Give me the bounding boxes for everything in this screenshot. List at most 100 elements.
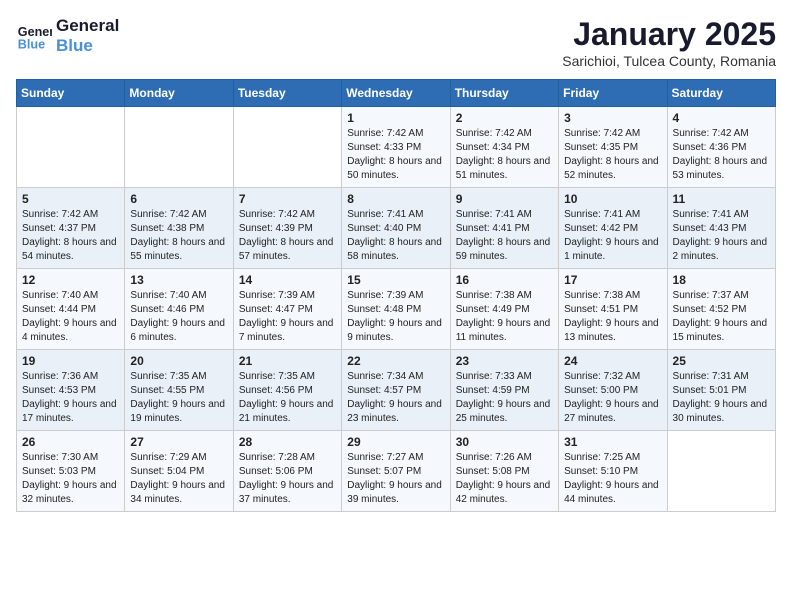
day-info: Sunrise: 7:41 AM Sunset: 4:43 PM Dayligh…	[673, 208, 770, 264]
day-info: Sunrise: 7:42 AM Sunset: 4:38 PM Dayligh…	[130, 208, 227, 264]
day-number: 5	[22, 192, 119, 206]
day-info: Sunrise: 7:28 AM Sunset: 5:06 PM Dayligh…	[239, 451, 336, 507]
calendar-cell: 12Sunrise: 7:40 AM Sunset: 4:44 PM Dayli…	[17, 269, 125, 350]
day-info: Sunrise: 7:39 AM Sunset: 4:48 PM Dayligh…	[347, 289, 444, 345]
day-info: Sunrise: 7:42 AM Sunset: 4:34 PM Dayligh…	[456, 127, 553, 183]
calendar-cell: 31 Sunrise: 7:25 AM Sunset: 5:10 PM Dayli…	[559, 431, 667, 512]
calendar-cell: 16 Sunrise: 7:38 AM Sunset: 4:49 PM Dayli…	[450, 269, 558, 350]
weekday-header-thursday: Thursday	[450, 80, 558, 107]
page-header: General Blue General Blue January 2025 S…	[16, 16, 776, 69]
calendar-cell: 28Sunrise: 7:28 AM Sunset: 5:06 PM Dayli…	[233, 431, 341, 512]
day-info: Sunrise: 7:29 AM Sunset: 5:04 PM Dayligh…	[130, 451, 227, 507]
calendar-cell: 8Sunrise: 7:41 AM Sunset: 4:40 PM Daylig…	[342, 188, 450, 269]
day-info: Sunrise: 7:27 AM Sunset: 5:07 PM Dayligh…	[347, 451, 444, 507]
day-info: Sunrise: 7:30 AM Sunset: 5:03 PM Dayligh…	[22, 451, 119, 507]
day-info: Sunrise: 7:35 AM Sunset: 4:55 PM Dayligh…	[130, 370, 227, 426]
weekday-header-monday: Monday	[125, 80, 233, 107]
calendar-cell: 19Sunrise: 7:36 AM Sunset: 4:53 PM Dayli…	[17, 350, 125, 431]
day-number: 20	[130, 354, 227, 368]
svg-text:Blue: Blue	[18, 38, 45, 52]
day-number: 4	[673, 111, 770, 125]
day-info: Sunrise: 7:26 AM Sunset: 5:08 PM Dayligh…	[456, 451, 553, 507]
logo-icon: General Blue	[16, 18, 52, 54]
day-number: 30	[456, 435, 553, 449]
day-info: Sunrise: 7:32 AM Sunset: 5:00 PM Dayligh…	[564, 370, 661, 426]
calendar-cell: 10 Sunrise: 7:41 AM Sunset: 4:42 PM Dayli…	[559, 188, 667, 269]
calendar-week-row: 1Sunrise: 7:42 AM Sunset: 4:33 PM Daylig…	[17, 107, 776, 188]
day-number: 8	[347, 192, 444, 206]
logo-blue: Blue	[56, 36, 119, 56]
day-info: Sunrise: 7:33 AM Sunset: 4:59 PM Dayligh…	[456, 370, 553, 426]
day-number: 13	[130, 273, 227, 287]
day-info: Sunrise: 7:38 AM Sunset: 4:51 PM Dayligh…	[564, 289, 661, 345]
calendar-cell: 20 Sunrise: 7:35 AM Sunset: 4:55 PM Dayli…	[125, 350, 233, 431]
calendar-cell: 22Sunrise: 7:34 AM Sunset: 4:57 PM Dayli…	[342, 350, 450, 431]
weekday-header-tuesday: Tuesday	[233, 80, 341, 107]
weekday-header-saturday: Saturday	[667, 80, 775, 107]
calendar-cell: 1Sunrise: 7:42 AM Sunset: 4:33 PM Daylig…	[342, 107, 450, 188]
calendar-cell: 26 Sunrise: 7:30 AM Sunset: 5:03 PM Dayli…	[17, 431, 125, 512]
calendar-cell: 21Sunrise: 7:35 AM Sunset: 4:56 PM Dayli…	[233, 350, 341, 431]
day-info: Sunrise: 7:40 AM Sunset: 4:46 PM Dayligh…	[130, 289, 227, 345]
calendar-cell: 3 Sunrise: 7:42 AM Sunset: 4:35 PM Daylig…	[559, 107, 667, 188]
calendar-cell: 18 Sunrise: 7:37 AM Sunset: 4:52 PM Dayli…	[667, 269, 775, 350]
calendar-cell: 14Sunrise: 7:39 AM Sunset: 4:47 PM Dayli…	[233, 269, 341, 350]
day-info: Sunrise: 7:40 AM Sunset: 4:44 PM Dayligh…	[22, 289, 119, 345]
weekday-header-row: SundayMondayTuesdayWednesdayThursdayFrid…	[17, 80, 776, 107]
calendar-table: SundayMondayTuesdayWednesdayThursdayFrid…	[16, 79, 776, 512]
day-number: 24	[564, 354, 661, 368]
day-number: 7	[239, 192, 336, 206]
calendar-cell: 27 Sunrise: 7:29 AM Sunset: 5:04 PM Dayli…	[125, 431, 233, 512]
calendar-cell	[667, 431, 775, 512]
weekday-header-friday: Friday	[559, 80, 667, 107]
calendar-cell: 13 Sunrise: 7:40 AM Sunset: 4:46 PM Dayli…	[125, 269, 233, 350]
day-info: Sunrise: 7:39 AM Sunset: 4:47 PM Dayligh…	[239, 289, 336, 345]
day-number: 16	[456, 273, 553, 287]
day-info: Sunrise: 7:42 AM Sunset: 4:39 PM Dayligh…	[239, 208, 336, 264]
day-info: Sunrise: 7:42 AM Sunset: 4:37 PM Dayligh…	[22, 208, 119, 264]
weekday-header-wednesday: Wednesday	[342, 80, 450, 107]
day-number: 27	[130, 435, 227, 449]
day-number: 2	[456, 111, 553, 125]
day-number: 18	[673, 273, 770, 287]
day-number: 3	[564, 111, 661, 125]
location-title: Sarichioi, Tulcea County, Romania	[562, 53, 776, 69]
day-number: 15	[347, 273, 444, 287]
calendar-cell: 2 Sunrise: 7:42 AM Sunset: 4:34 PM Daylig…	[450, 107, 558, 188]
day-number: 22	[347, 354, 444, 368]
day-number: 26	[22, 435, 119, 449]
logo: General Blue General Blue	[16, 16, 119, 57]
day-number: 11	[673, 192, 770, 206]
calendar-cell: 17 Sunrise: 7:38 AM Sunset: 4:51 PM Dayli…	[559, 269, 667, 350]
day-number: 29	[347, 435, 444, 449]
day-info: Sunrise: 7:42 AM Sunset: 4:35 PM Dayligh…	[564, 127, 661, 183]
day-info: Sunrise: 7:38 AM Sunset: 4:49 PM Dayligh…	[456, 289, 553, 345]
day-info: Sunrise: 7:25 AM Sunset: 5:10 PM Dayligh…	[564, 451, 661, 507]
day-number: 19	[22, 354, 119, 368]
calendar-cell: 5 Sunrise: 7:42 AM Sunset: 4:37 PM Daylig…	[17, 188, 125, 269]
calendar-cell	[17, 107, 125, 188]
day-info: Sunrise: 7:41 AM Sunset: 4:42 PM Dayligh…	[564, 208, 661, 264]
calendar-cell: 9Sunrise: 7:41 AM Sunset: 4:41 PM Daylig…	[450, 188, 558, 269]
calendar-week-row: 26 Sunrise: 7:30 AM Sunset: 5:03 PM Dayli…	[17, 431, 776, 512]
day-number: 31	[564, 435, 661, 449]
title-block: January 2025 Sarichioi, Tulcea County, R…	[562, 16, 776, 69]
calendar-cell: 11 Sunrise: 7:41 AM Sunset: 4:43 PM Dayli…	[667, 188, 775, 269]
calendar-cell: 29 Sunrise: 7:27 AM Sunset: 5:07 PM Dayli…	[342, 431, 450, 512]
calendar-cell: 24 Sunrise: 7:32 AM Sunset: 5:00 PM Dayli…	[559, 350, 667, 431]
calendar-cell: 25Sunrise: 7:31 AM Sunset: 5:01 PM Dayli…	[667, 350, 775, 431]
day-number: 25	[673, 354, 770, 368]
calendar-cell	[125, 107, 233, 188]
day-info: Sunrise: 7:35 AM Sunset: 4:56 PM Dayligh…	[239, 370, 336, 426]
calendar-cell: 4 Sunrise: 7:42 AM Sunset: 4:36 PM Daylig…	[667, 107, 775, 188]
day-info: Sunrise: 7:37 AM Sunset: 4:52 PM Dayligh…	[673, 289, 770, 345]
calendar-cell: 15 Sunrise: 7:39 AM Sunset: 4:48 PM Dayli…	[342, 269, 450, 350]
month-title: January 2025	[562, 16, 776, 53]
calendar-cell: 6Sunrise: 7:42 AM Sunset: 4:38 PM Daylig…	[125, 188, 233, 269]
day-number: 17	[564, 273, 661, 287]
calendar-week-row: 5 Sunrise: 7:42 AM Sunset: 4:37 PM Daylig…	[17, 188, 776, 269]
day-info: Sunrise: 7:41 AM Sunset: 4:41 PM Dayligh…	[456, 208, 553, 264]
day-info: Sunrise: 7:42 AM Sunset: 4:36 PM Dayligh…	[673, 127, 770, 183]
day-number: 10	[564, 192, 661, 206]
calendar-cell	[233, 107, 341, 188]
